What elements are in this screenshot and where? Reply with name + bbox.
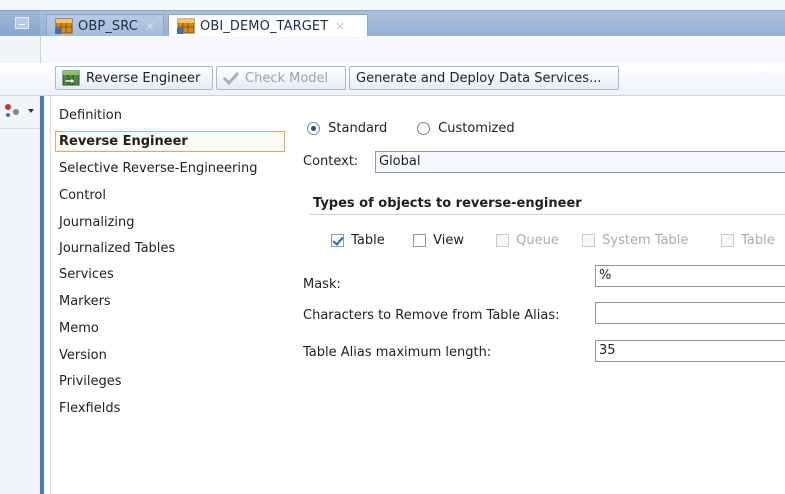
- mask-label: Mask:: [303, 277, 341, 292]
- left-gutter-row: [0, 36, 40, 64]
- context-label: Context:: [303, 154, 359, 169]
- type-system-table-checkbox[interactable]: System Table: [582, 233, 688, 248]
- generate-deploy-label: Generate and Deploy Data Services...: [356, 70, 602, 86]
- nav-item-journalized-tables[interactable]: Journalized Tables: [59, 241, 175, 256]
- editor-tab-bar: OBP_SRC × OBI_DEMO_TARGET ×: [0, 10, 785, 37]
- type-table-2-checkbox[interactable]: Table: [721, 233, 775, 248]
- panel-accent-bar: [40, 96, 44, 494]
- nav-item-definition[interactable]: Definition: [59, 108, 122, 123]
- properties-navigation: Definition Reverse Engineer Selective Re…: [50, 96, 290, 494]
- tool-icon[interactable]: [3, 101, 35, 119]
- check-model-icon: [223, 71, 239, 85]
- customized-radio[interactable]: [417, 122, 430, 135]
- nav-item-flexfields[interactable]: Flexfields: [59, 401, 120, 416]
- editor-header-strip: [0, 36, 785, 64]
- alias-max-value: 35: [599, 343, 616, 358]
- type-view-checkbox[interactable]: View: [413, 233, 464, 248]
- checkbox[interactable]: [496, 234, 509, 247]
- types-heading: Types of objects to reverse-engineer: [313, 196, 582, 211]
- customized-label: Customized: [438, 121, 515, 136]
- nav-item-control[interactable]: Control: [59, 188, 106, 203]
- type-label: Table: [741, 233, 775, 248]
- type-label: Table: [351, 233, 385, 248]
- nav-item-version[interactable]: Version: [59, 348, 107, 363]
- context-select[interactable]: Global: [375, 151, 785, 173]
- left-pane-header: [0, 11, 40, 37]
- database-model-icon: [55, 18, 73, 34]
- standard-radio-option[interactable]: Standard: [307, 121, 387, 136]
- reverse-engineer-label: Reverse Engineer: [86, 70, 201, 86]
- type-label: View: [433, 233, 464, 248]
- standard-label: Standard: [328, 121, 388, 136]
- nav-item-journalizing[interactable]: Journalizing: [59, 215, 135, 230]
- nav-item-selective-reverse-engineering[interactable]: Selective Reverse-Engineering: [59, 161, 258, 176]
- chars-remove-input[interactable]: [595, 302, 785, 324]
- minimize-icon[interactable]: [15, 17, 29, 29]
- title-strip: [0, 0, 785, 10]
- chars-remove-label: Characters to Remove from Table Alias:: [303, 308, 560, 323]
- tab-label: OBP_SRC: [78, 18, 138, 34]
- tab-obp-src[interactable]: OBP_SRC ×: [46, 14, 164, 37]
- type-label: System Table: [602, 233, 689, 248]
- customized-radio-option[interactable]: Customized: [417, 121, 515, 136]
- tab-label: OBI_DEMO_TARGET: [200, 18, 329, 34]
- close-icon[interactable]: ×: [335, 19, 345, 33]
- mask-input[interactable]: %: [595, 265, 785, 287]
- type-queue-checkbox[interactable]: Queue: [496, 233, 559, 248]
- reverse-engineer-panel: Standard Customized Context: Global Type…: [289, 96, 785, 494]
- mask-value: %: [599, 268, 612, 283]
- alias-max-label: Table Alias maximum length:: [303, 345, 492, 360]
- checkbox[interactable]: [331, 234, 344, 247]
- nav-item-markers[interactable]: Markers: [59, 294, 111, 309]
- nav-item-privileges[interactable]: Privileges: [59, 374, 122, 389]
- check-model-label: Check Model: [245, 70, 329, 86]
- standard-radio[interactable]: [307, 122, 320, 135]
- nav-item-reverse-engineer[interactable]: Reverse Engineer: [59, 134, 188, 149]
- nav-item-memo[interactable]: Memo: [59, 321, 99, 336]
- tab-obi-demo-target[interactable]: OBI_DEMO_TARGET ×: [168, 14, 368, 37]
- alias-max-input[interactable]: 35: [595, 340, 785, 362]
- database-model-icon: [177, 18, 195, 34]
- checkbox[interactable]: [582, 234, 595, 247]
- check-model-button[interactable]: Check Model: [216, 66, 346, 90]
- section-divider: [309, 214, 785, 215]
- close-icon[interactable]: ×: [145, 19, 155, 33]
- type-label: Queue: [516, 233, 559, 248]
- nav-item-services[interactable]: Services: [59, 267, 114, 282]
- generate-deploy-button[interactable]: Generate and Deploy Data Services...: [349, 66, 619, 90]
- left-gutter: [0, 36, 41, 494]
- checkbox[interactable]: [721, 234, 734, 247]
- context-value: Global: [379, 154, 421, 169]
- editor-toolbar: Reverse Engineer Check Model Generate an…: [0, 63, 785, 96]
- reverse-engineer-icon: [62, 70, 80, 86]
- type-table-checkbox[interactable]: Table: [331, 233, 385, 248]
- reverse-engineer-button[interactable]: Reverse Engineer: [55, 66, 213, 90]
- checkbox[interactable]: [413, 234, 426, 247]
- left-gutter-row: [0, 96, 40, 129]
